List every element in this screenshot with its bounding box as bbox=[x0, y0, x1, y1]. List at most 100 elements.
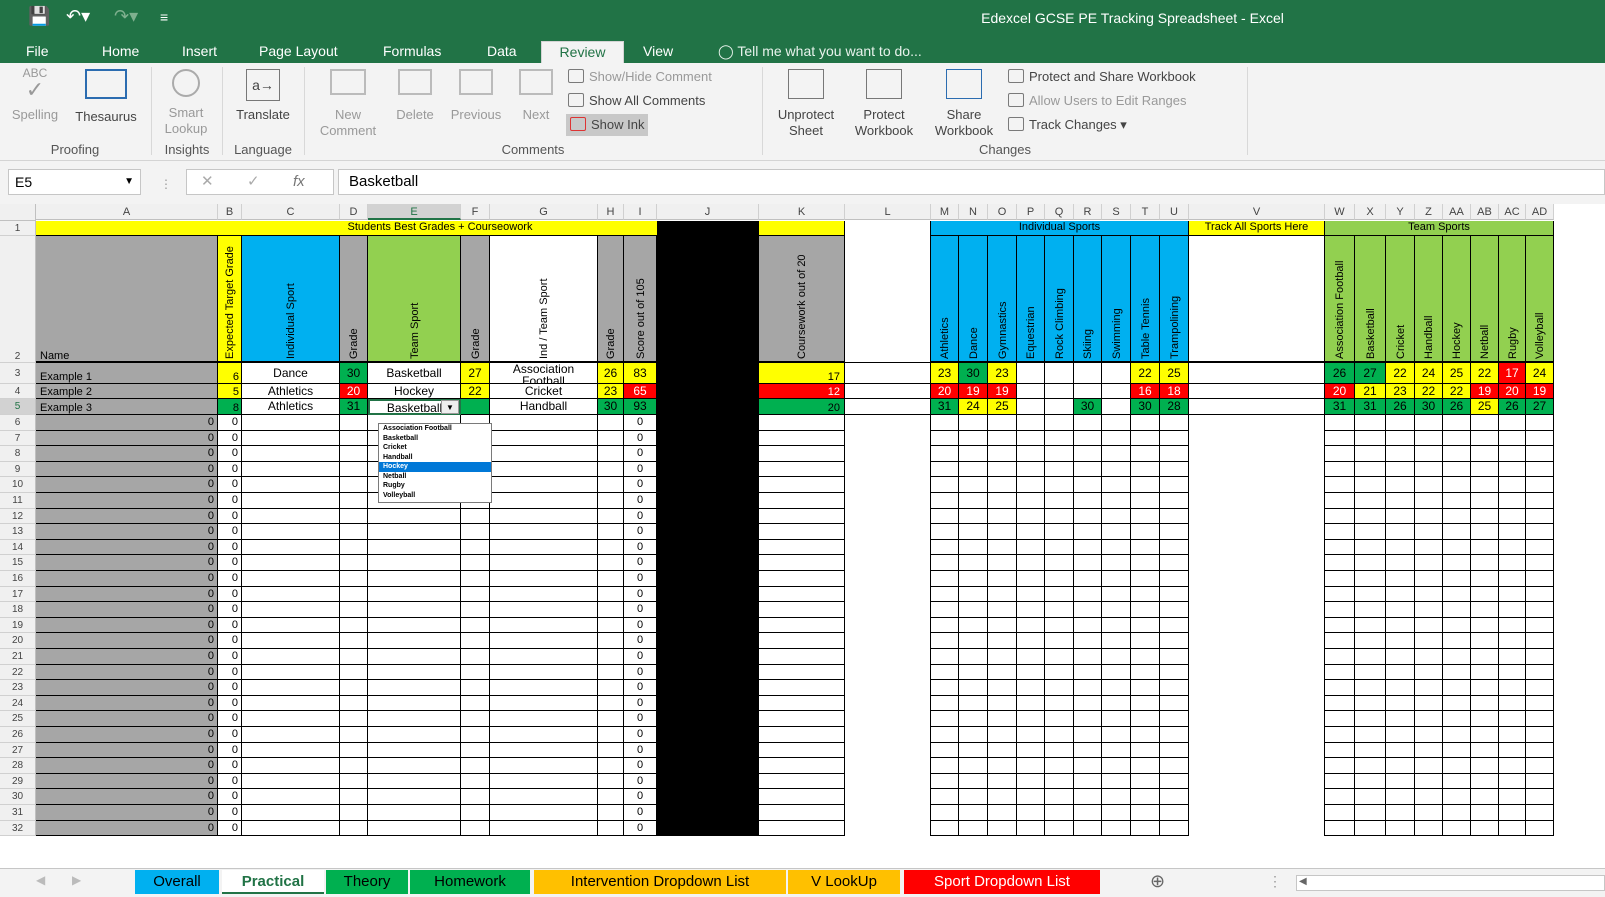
cell[interactable]: 0 bbox=[36, 695, 218, 712]
cell[interactable] bbox=[461, 539, 490, 556]
cell[interactable] bbox=[1415, 789, 1443, 805]
cell[interactable] bbox=[1499, 477, 1526, 493]
cell[interactable]: 19 bbox=[1471, 384, 1499, 399]
cell[interactable] bbox=[1017, 461, 1045, 478]
cell[interactable] bbox=[1415, 695, 1443, 712]
cell[interactable]: Basketball bbox=[368, 363, 461, 384]
column-header[interactable]: B bbox=[218, 204, 242, 220]
name-box[interactable]: E5 ▼ bbox=[8, 169, 141, 195]
cell[interactable] bbox=[340, 773, 368, 790]
cell[interactable] bbox=[1386, 805, 1415, 821]
cell[interactable] bbox=[490, 742, 598, 759]
dropdown-option[interactable]: Association Football bbox=[379, 424, 491, 434]
cell[interactable] bbox=[1415, 555, 1443, 571]
cell[interactable]: 16 bbox=[1131, 384, 1160, 399]
column-header[interactable]: G bbox=[490, 204, 598, 220]
cell[interactable] bbox=[1045, 789, 1074, 805]
row-header[interactable]: 29 bbox=[0, 773, 36, 790]
cell[interactable] bbox=[461, 571, 490, 587]
cell[interactable] bbox=[461, 773, 490, 790]
cell[interactable] bbox=[1386, 493, 1415, 509]
cell[interactable] bbox=[1131, 633, 1160, 649]
cell[interactable]: 0 bbox=[218, 446, 242, 462]
cell[interactable] bbox=[1017, 617, 1045, 634]
cell[interactable] bbox=[931, 415, 959, 431]
cell[interactable] bbox=[1499, 695, 1526, 712]
cell[interactable] bbox=[1499, 539, 1526, 556]
cell[interactable] bbox=[1471, 773, 1499, 790]
cell[interactable] bbox=[759, 446, 845, 462]
cell[interactable] bbox=[759, 586, 845, 603]
cell[interactable] bbox=[242, 586, 340, 603]
cell[interactable] bbox=[845, 586, 931, 603]
cell[interactable]: 26 bbox=[1386, 399, 1415, 415]
cell[interactable]: 20 bbox=[759, 399, 845, 415]
cell[interactable] bbox=[1017, 493, 1045, 509]
cell[interactable] bbox=[1102, 617, 1131, 634]
cell[interactable] bbox=[845, 727, 931, 743]
cell[interactable] bbox=[1160, 805, 1189, 821]
cell[interactable] bbox=[1131, 539, 1160, 556]
cell[interactable]: Hockey bbox=[368, 384, 461, 399]
cell[interactable] bbox=[1160, 586, 1189, 603]
cell[interactable]: 93 bbox=[624, 399, 657, 415]
cell[interactable]: 0 bbox=[218, 664, 242, 681]
cell[interactable]: 20 bbox=[340, 384, 368, 399]
cell[interactable] bbox=[242, 508, 340, 525]
cell[interactable] bbox=[759, 539, 845, 556]
cell[interactable] bbox=[1017, 664, 1045, 681]
cell[interactable] bbox=[1074, 805, 1102, 821]
row-header[interactable]: 19 bbox=[0, 617, 36, 634]
cell[interactable] bbox=[1386, 649, 1415, 665]
cell[interactable] bbox=[242, 695, 340, 712]
cell[interactable] bbox=[1131, 649, 1160, 665]
vertical-header-cell[interactable]: Gymnastics bbox=[988, 236, 1017, 363]
row-header[interactable]: 16 bbox=[0, 571, 36, 587]
cell[interactable] bbox=[1160, 539, 1189, 556]
cell[interactable] bbox=[340, 586, 368, 603]
cell[interactable] bbox=[1131, 493, 1160, 509]
cell[interactable] bbox=[490, 586, 598, 603]
row-header[interactable]: 32 bbox=[0, 820, 36, 837]
cell[interactable] bbox=[1355, 680, 1386, 696]
cell[interactable] bbox=[1471, 727, 1499, 743]
cell[interactable] bbox=[1017, 477, 1045, 493]
cell[interactable] bbox=[931, 695, 959, 712]
cell[interactable] bbox=[1526, 446, 1554, 462]
cell[interactable] bbox=[759, 805, 845, 821]
cell[interactable] bbox=[759, 461, 845, 478]
cell[interactable] bbox=[959, 477, 988, 493]
cell[interactable] bbox=[1415, 586, 1443, 603]
column-header[interactable]: A bbox=[36, 204, 218, 220]
cell[interactable] bbox=[1074, 773, 1102, 790]
cell[interactable] bbox=[988, 695, 1017, 712]
row-header[interactable]: 24 bbox=[0, 695, 36, 712]
cell[interactable] bbox=[598, 664, 624, 681]
cell[interactable] bbox=[242, 633, 340, 649]
cell[interactable] bbox=[242, 571, 340, 587]
row-header[interactable]: 6 bbox=[0, 415, 36, 431]
cell[interactable] bbox=[988, 711, 1017, 727]
cell[interactable] bbox=[845, 664, 931, 681]
cell[interactable] bbox=[1499, 617, 1526, 634]
cell[interactable] bbox=[759, 664, 845, 681]
cell[interactable] bbox=[1355, 711, 1386, 727]
cell[interactable] bbox=[845, 571, 931, 587]
cell[interactable] bbox=[1131, 602, 1160, 618]
cell[interactable] bbox=[1355, 695, 1386, 712]
cell[interactable] bbox=[368, 758, 461, 774]
cell[interactable] bbox=[988, 571, 1017, 587]
cell[interactable] bbox=[1045, 633, 1074, 649]
cell[interactable] bbox=[1526, 617, 1554, 634]
tab-page-layout[interactable]: Page Layout bbox=[253, 41, 344, 63]
cell[interactable] bbox=[988, 758, 1017, 774]
cell[interactable] bbox=[988, 680, 1017, 696]
cell[interactable] bbox=[1471, 555, 1499, 571]
cell[interactable]: 0 bbox=[218, 602, 242, 618]
cell[interactable]: Dance bbox=[242, 363, 340, 384]
cell[interactable] bbox=[1074, 363, 1102, 384]
cell[interactable]: 26 bbox=[1499, 399, 1526, 415]
cell[interactable] bbox=[1325, 820, 1355, 837]
cell[interactable] bbox=[242, 805, 340, 821]
cell[interactable] bbox=[1499, 461, 1526, 478]
